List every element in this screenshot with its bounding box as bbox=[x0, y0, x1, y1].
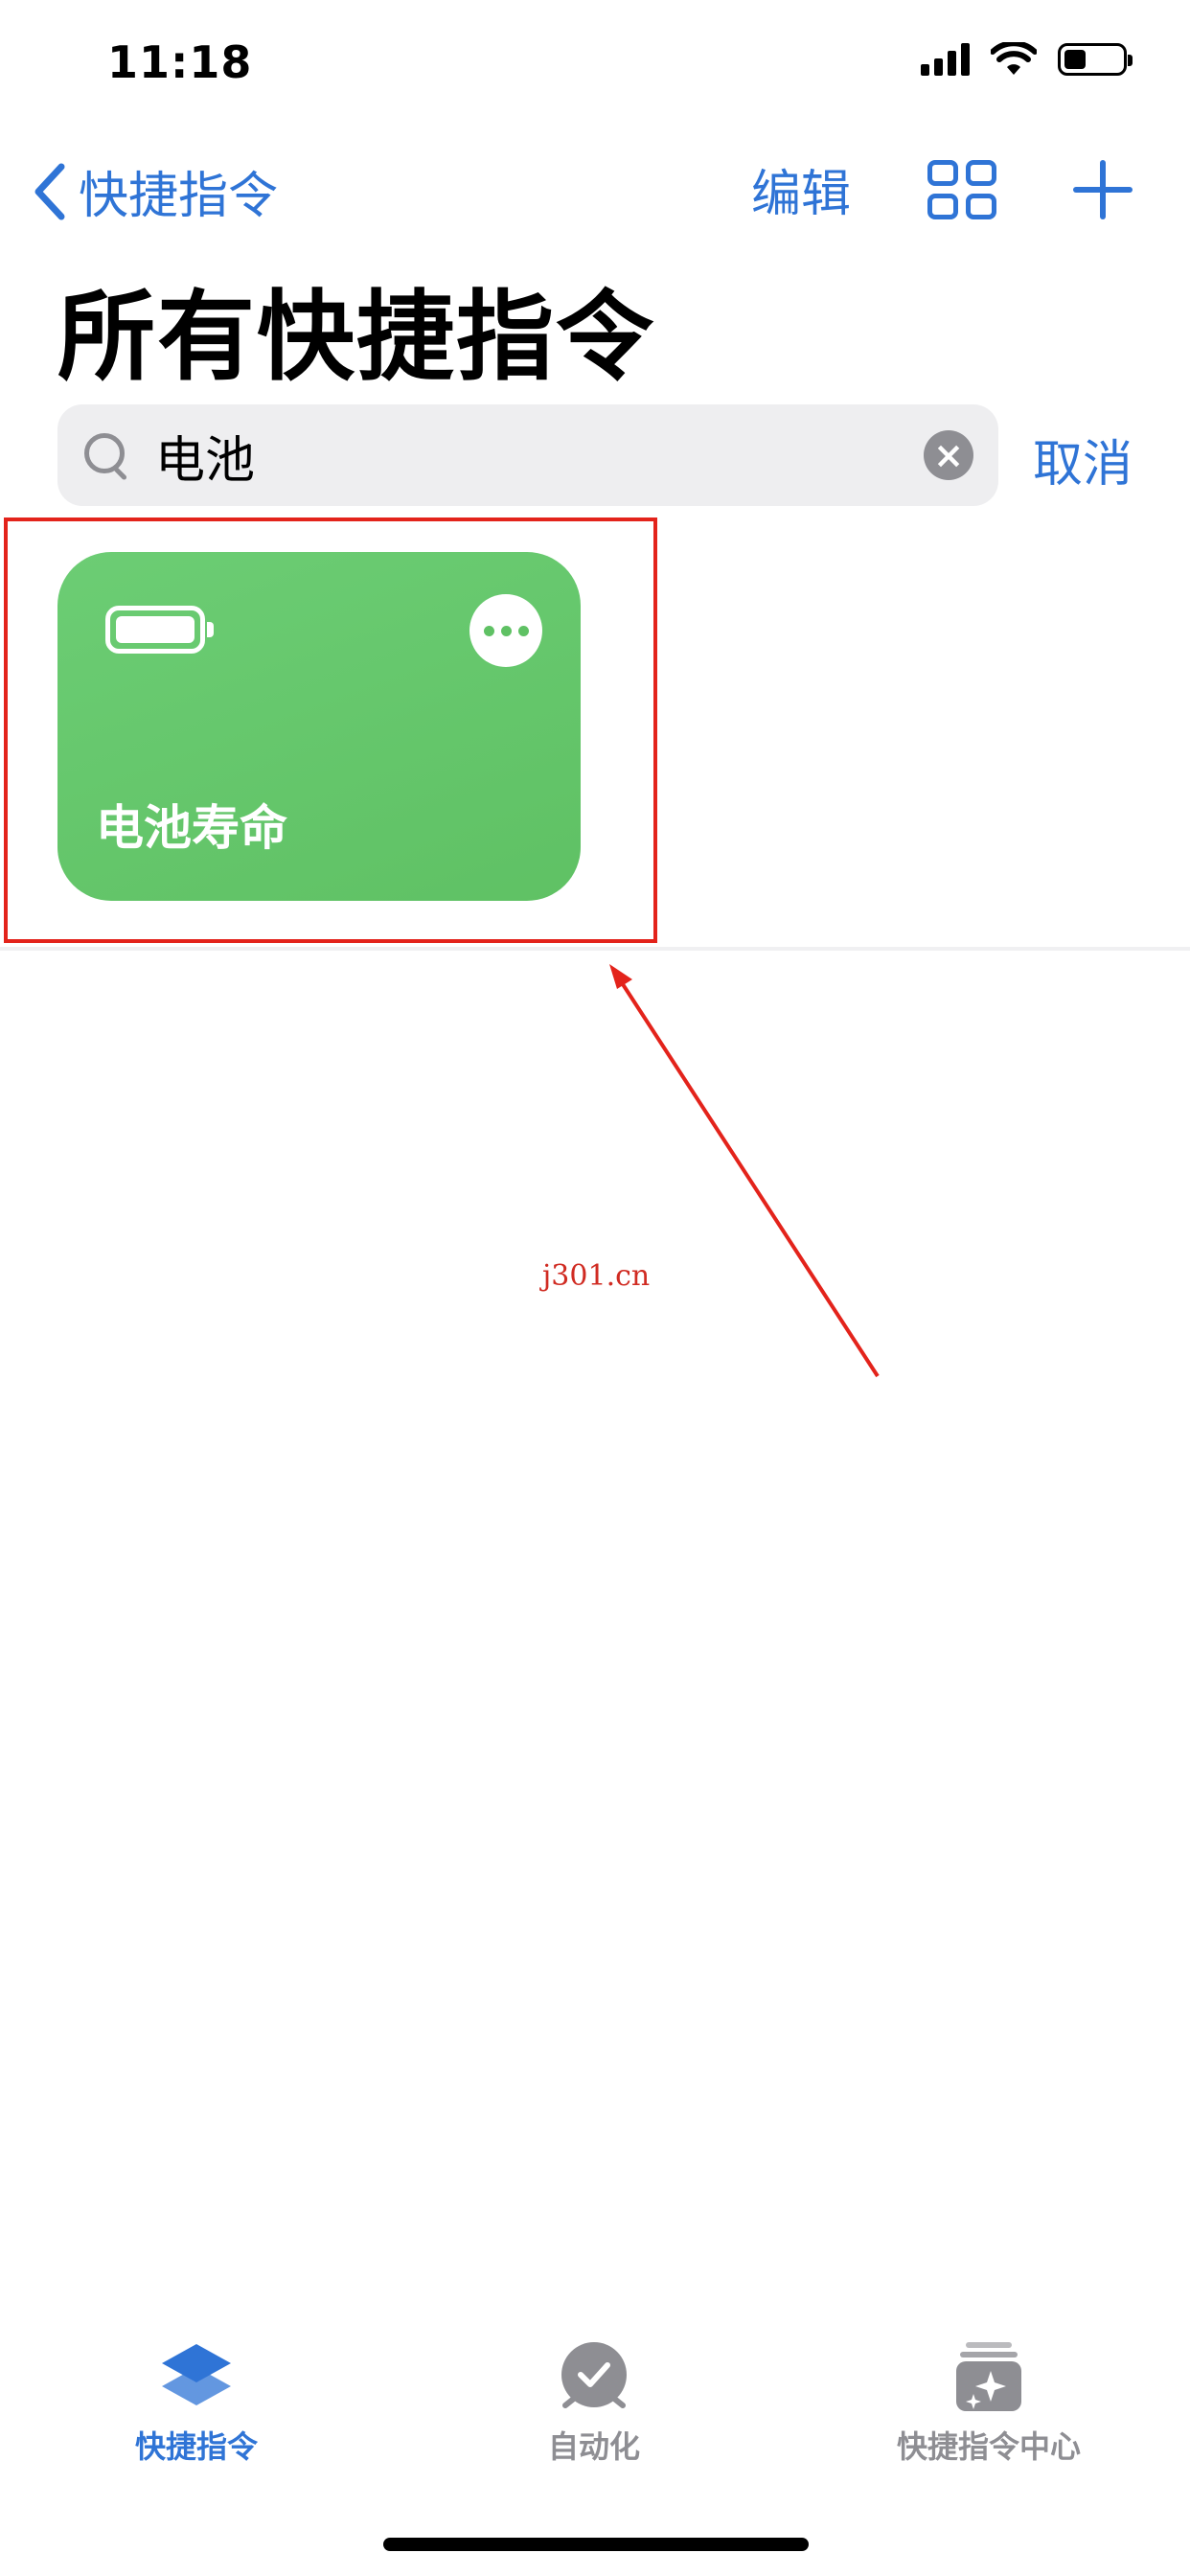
tab-bar: 快捷指令 自动化 快捷指令中心 bbox=[0, 2338, 1190, 2482]
tab-gallery[interactable]: 快捷指令中心 bbox=[845, 2338, 1133, 2467]
screen: 11:18 快捷指令 编辑 所有快捷指令 × 取消 bbox=[0, 0, 1190, 2576]
home-indicator bbox=[383, 2538, 809, 2551]
annotation-arrow bbox=[609, 964, 880, 1378]
tab-label: 自动化 bbox=[547, 2428, 640, 2465]
gallery-sparkle-icon bbox=[956, 2342, 1021, 2411]
stack-layers-icon bbox=[162, 2344, 231, 2405]
watermark-text: j301.cn bbox=[542, 1259, 651, 1293]
tab-label: 快捷指令 bbox=[134, 2428, 258, 2465]
tab-label: 快捷指令中心 bbox=[896, 2428, 1081, 2465]
clock-check-icon bbox=[561, 2342, 627, 2408]
tab-shortcuts[interactable]: 快捷指令 bbox=[53, 2338, 340, 2467]
tab-automation[interactable]: 自动化 bbox=[450, 2338, 738, 2467]
